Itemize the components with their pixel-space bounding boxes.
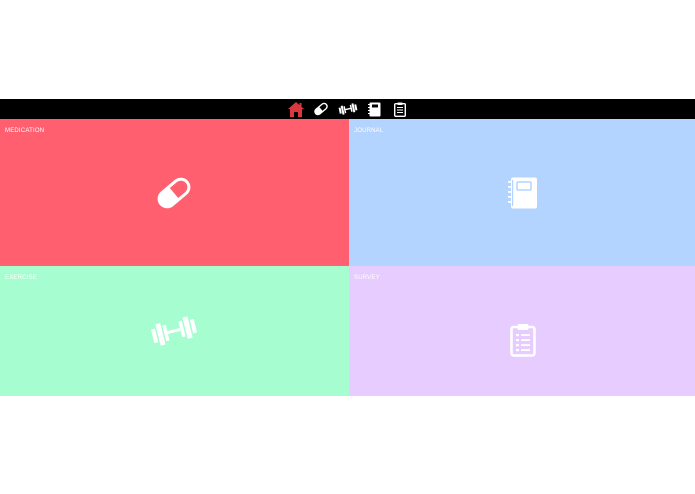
notebook-icon — [368, 102, 381, 116]
home-icon — [287, 101, 304, 117]
clipboard-icon — [510, 324, 536, 357]
clipboard-icon — [393, 102, 406, 117]
dumbbell-icon — [338, 103, 357, 115]
survey-tile[interactable]: SURVEY — [349, 266, 695, 396]
nav-journal-button[interactable] — [366, 100, 384, 118]
survey-tile-label: SURVEY — [354, 275, 380, 281]
exercise-tile[interactable]: EXERCISE — [0, 266, 349, 396]
top-nav-bar — [0, 99, 695, 119]
exercise-tile-label: EXERCISE — [5, 275, 37, 281]
pill-icon — [157, 177, 191, 209]
nav-exercise-button[interactable] — [337, 100, 359, 118]
nav-survey-button[interactable] — [391, 100, 409, 118]
journal-tile[interactable]: JOURNAL — [349, 119, 695, 266]
medication-tile-label: MEDICATION — [5, 128, 45, 134]
nav-medication-button[interactable] — [312, 100, 330, 118]
notebook-icon — [508, 177, 537, 209]
journal-tile-label: JOURNAL — [354, 128, 384, 134]
medication-tile[interactable]: MEDICATION — [0, 119, 349, 266]
dashboard-grid: MEDICATION JOURNAL EXERCISE SURVEY — [0, 119, 695, 396]
nav-home-button[interactable] — [287, 100, 305, 118]
pill-icon — [313, 102, 328, 116]
dumbbell-icon — [150, 316, 198, 346]
